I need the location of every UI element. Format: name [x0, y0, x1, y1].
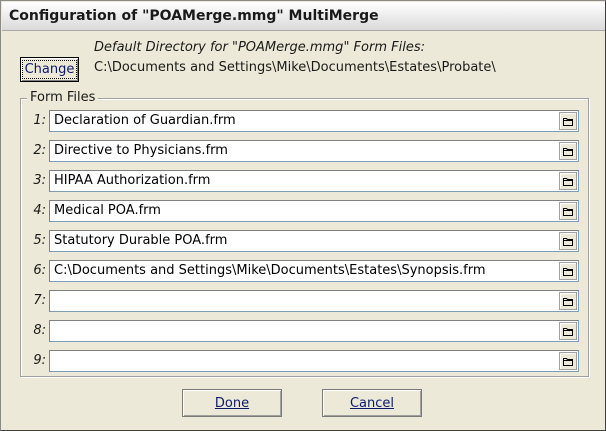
change-directory-button[interactable]: Change — [20, 57, 79, 82]
form-file-input-6[interactable]: C:\Documents and Settings\Mike\Documents… — [49, 260, 579, 282]
folder-icon — [563, 177, 573, 186]
browse-button-7[interactable] — [559, 292, 577, 310]
cancel-button-label: Cancel — [349, 395, 395, 411]
done-button[interactable]: Done — [182, 389, 282, 417]
form-file-value: Statutory Durable POA.frm — [54, 233, 228, 248]
folder-icon — [563, 327, 573, 336]
browse-button-1[interactable] — [559, 112, 577, 130]
browse-button-6[interactable] — [559, 262, 577, 280]
cancel-button[interactable]: Cancel — [322, 389, 422, 417]
form-file-row-7: 7: — [28, 290, 580, 312]
form-file-input-9[interactable] — [49, 350, 579, 372]
form-file-input-3[interactable]: HIPAA Authorization.frm — [49, 170, 579, 192]
row-number: 8: — [33, 323, 46, 338]
row-number: 3: — [33, 173, 46, 188]
form-file-row-2: 2: Directive to Physicians.frm — [28, 140, 580, 162]
row-number: 6: — [33, 263, 46, 278]
form-files-legend: Form Files — [27, 90, 99, 105]
form-file-row-6: 6: C:\Documents and Settings\Mike\Docume… — [28, 260, 580, 282]
form-file-row-9: 9: — [28, 350, 580, 372]
change-button-label: Change — [21, 60, 78, 79]
window-title: Configuration of "POAMerge.mmg" MultiMer… — [9, 8, 379, 24]
browse-button-2[interactable] — [559, 142, 577, 160]
form-file-input-2[interactable]: Directive to Physicians.frm — [49, 140, 579, 162]
form-file-value: Declaration of Guardian.frm — [54, 113, 236, 128]
done-button-label: Done — [214, 395, 250, 411]
form-file-input-7[interactable] — [49, 290, 579, 312]
form-file-row-5: 5: Statutory Durable POA.frm — [28, 230, 580, 252]
form-file-input-4[interactable]: Medical POA.frm — [49, 200, 579, 222]
row-number: 9: — [33, 353, 46, 368]
title-bar[interactable]: Configuration of "POAMerge.mmg" MultiMer… — [2, 2, 605, 31]
browse-button-3[interactable] — [559, 172, 577, 190]
form-file-value: Directive to Physicians.frm — [54, 143, 228, 158]
form-file-input-8[interactable] — [49, 320, 579, 342]
form-file-value: HIPAA Authorization.frm — [54, 173, 211, 188]
folder-icon — [563, 147, 573, 156]
form-file-row-3: 3: HIPAA Authorization.frm — [28, 170, 580, 192]
browse-button-9[interactable] — [559, 352, 577, 370]
row-number: 5: — [33, 233, 46, 248]
folder-icon — [563, 357, 573, 366]
browse-button-5[interactable] — [559, 232, 577, 250]
form-file-row-8: 8: — [28, 320, 580, 342]
folder-icon — [563, 297, 573, 306]
row-number: 7: — [33, 293, 46, 308]
folder-icon — [563, 237, 573, 246]
folder-icon — [563, 117, 573, 126]
form-file-row-1: 1: Declaration of Guardian.frm — [28, 110, 580, 132]
form-file-input-1[interactable]: Declaration of Guardian.frm — [49, 110, 579, 132]
form-file-value: Medical POA.frm — [54, 203, 161, 218]
form-file-value: C:\Documents and Settings\Mike\Documents… — [54, 263, 486, 278]
row-number: 4: — [33, 203, 46, 218]
folder-icon — [563, 267, 573, 276]
row-number: 2: — [33, 143, 46, 158]
config-dialog: Configuration of "POAMerge.mmg" MultiMer… — [0, 0, 606, 431]
form-file-input-5[interactable]: Statutory Durable POA.frm — [49, 230, 579, 252]
default-directory-label: Default Directory for "POAMerge.mmg" For… — [94, 40, 425, 55]
form-file-row-4: 4: Medical POA.frm — [28, 200, 580, 222]
browse-button-4[interactable] — [559, 202, 577, 220]
default-directory-path: C:\Documents and Settings\Mike\Documents… — [94, 60, 496, 75]
browse-button-8[interactable] — [559, 322, 577, 340]
folder-icon — [563, 207, 573, 216]
row-number: 1: — [33, 113, 46, 128]
